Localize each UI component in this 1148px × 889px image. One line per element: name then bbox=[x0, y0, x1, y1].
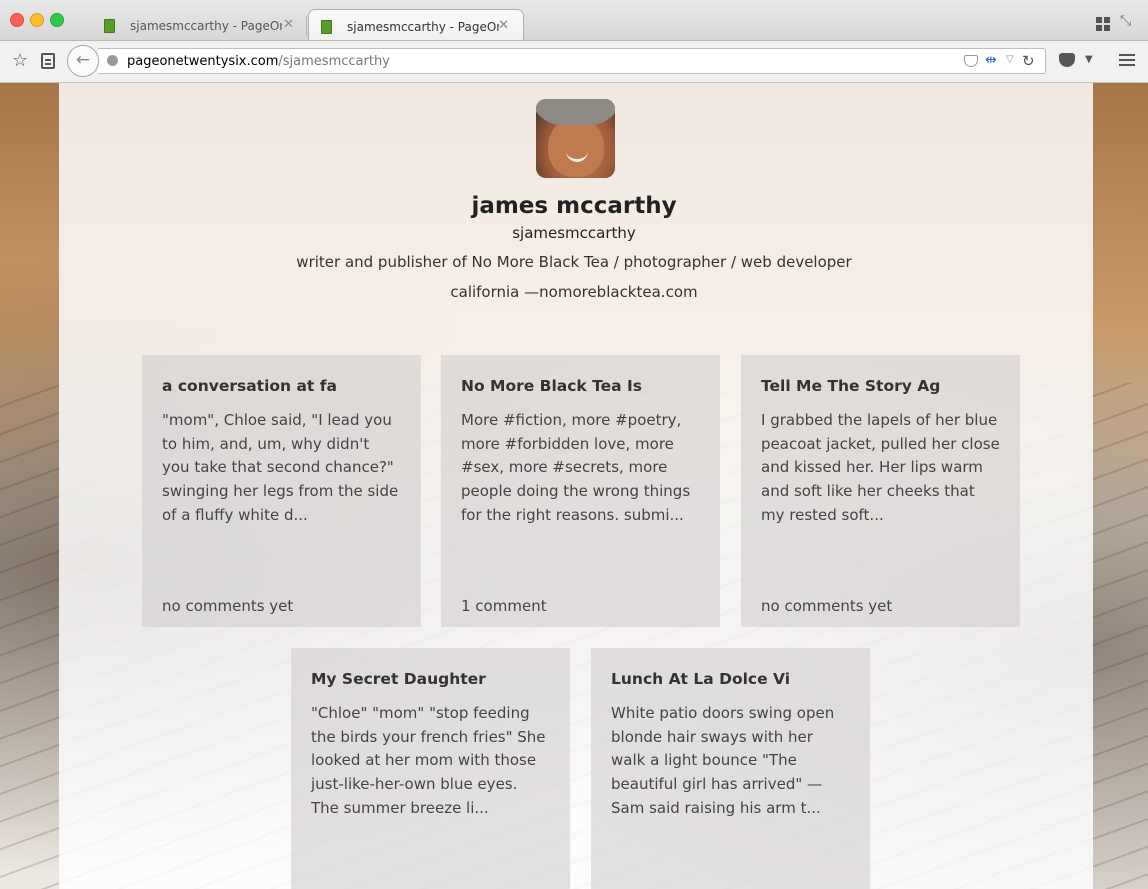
menu-icon[interactable] bbox=[1119, 54, 1135, 68]
post-excerpt: White patio doors swing open blonde hair… bbox=[611, 704, 835, 817]
reader-icon[interactable] bbox=[41, 53, 55, 69]
post-comments[interactable]: no comments yet bbox=[761, 597, 892, 615]
reload-icon[interactable]: ↻ bbox=[1022, 52, 1035, 70]
post-excerpt: "mom", Chloe said, "I lead you to him, a… bbox=[162, 411, 399, 524]
url-text[interactable]: pageonetwentysix.com/sjamesmccarthy bbox=[127, 54, 390, 69]
pocket-icon[interactable] bbox=[1059, 53, 1075, 67]
post-title[interactable]: Lunch At La Dolce Vi bbox=[611, 670, 850, 688]
profile-handle: sjamesmccarthy bbox=[512, 224, 636, 242]
tab-2[interactable]: sjamesmccarthy - PageOn... ✕ bbox=[308, 9, 524, 40]
avatar[interactable] bbox=[536, 99, 615, 178]
profile-name: james mccarthy bbox=[471, 193, 677, 219]
minimize-window-button[interactable] bbox=[30, 13, 44, 27]
back-button[interactable]: ← bbox=[67, 45, 99, 77]
post-title[interactable]: a conversation at fa bbox=[162, 377, 401, 395]
tab-title: sjamesmccarthy - PageOn... bbox=[130, 19, 282, 33]
post-card[interactable]: No More Black Tea Is More #fiction, more… bbox=[441, 355, 720, 627]
sync-icon[interactable]: ⇹ bbox=[985, 52, 997, 68]
close-window-button[interactable] bbox=[10, 13, 24, 27]
back-icon: ← bbox=[75, 50, 91, 70]
url-path: /sjamesmccarthy bbox=[278, 54, 390, 69]
post-card[interactable]: Tell Me The Story Ag I grabbed the lapel… bbox=[741, 355, 1020, 627]
close-tab-icon[interactable]: ✕ bbox=[283, 17, 294, 32]
post-comments[interactable]: no comments yet bbox=[162, 597, 293, 615]
site-favicon-icon bbox=[104, 19, 115, 33]
profile-location[interactable]: california —nomoreblacktea.com bbox=[0, 283, 1148, 301]
site-favicon-icon bbox=[321, 20, 332, 34]
post-card[interactable]: a conversation at fa "mom", Chloe said, … bbox=[142, 355, 421, 627]
chevron-down-icon[interactable]: ▼ bbox=[1085, 54, 1093, 65]
avatar-face bbox=[548, 117, 604, 177]
star-icon[interactable]: ☆ bbox=[12, 50, 28, 71]
close-tab-icon[interactable]: ✕ bbox=[498, 18, 509, 33]
post-excerpt: More #fiction, more #poetry, more #forbi… bbox=[461, 411, 691, 524]
post-excerpt: I grabbed the lapels of her blue peacoat… bbox=[761, 411, 1000, 524]
profile-bio: writer and publisher of No More Black Te… bbox=[296, 253, 852, 271]
tab-grid-icon[interactable] bbox=[1096, 17, 1110, 31]
post-comments[interactable]: 1 comment bbox=[461, 597, 547, 615]
post-excerpt: "Chloe" "mom" "stop feeding the birds yo… bbox=[311, 704, 546, 817]
tab-title: sjamesmccarthy - PageOn... bbox=[347, 20, 499, 34]
url-bar[interactable]: pageonetwentysix.com/sjamesmccarthy ⇹ ▽ … bbox=[98, 48, 1046, 74]
tab-1[interactable]: sjamesmccarthy - PageOn... ✕ bbox=[92, 9, 308, 40]
post-title[interactable]: No More Black Tea Is bbox=[461, 377, 700, 395]
post-card[interactable]: Lunch At La Dolce Vi White patio doors s… bbox=[591, 648, 870, 889]
expand-icon[interactable]: ⤡ bbox=[1120, 13, 1131, 29]
url-host: pageonetwentysix.com bbox=[127, 54, 279, 69]
tab-divider bbox=[306, 16, 307, 36]
save-to-pocket-icon[interactable] bbox=[964, 55, 978, 67]
chevron-down-icon[interactable]: ▽ bbox=[1006, 54, 1014, 65]
globe-icon bbox=[107, 55, 118, 66]
page-content: james mccarthy sjamesmccarthy writer and… bbox=[0, 83, 1148, 889]
post-card[interactable]: My Secret Daughter "Chloe" "mom" "stop f… bbox=[291, 648, 570, 889]
nav-toolbar: ☆ pageonetwentysix.com/sjamesmccarthy ⇹ … bbox=[0, 41, 1148, 83]
zoom-window-button[interactable] bbox=[50, 13, 64, 27]
tab-bar: sjamesmccarthy - PageOn... ✕ sjamesmccar… bbox=[0, 0, 1148, 41]
post-title[interactable]: Tell Me The Story Ag bbox=[761, 377, 1000, 395]
post-title[interactable]: My Secret Daughter bbox=[311, 670, 550, 688]
avatar-cap bbox=[536, 99, 615, 125]
